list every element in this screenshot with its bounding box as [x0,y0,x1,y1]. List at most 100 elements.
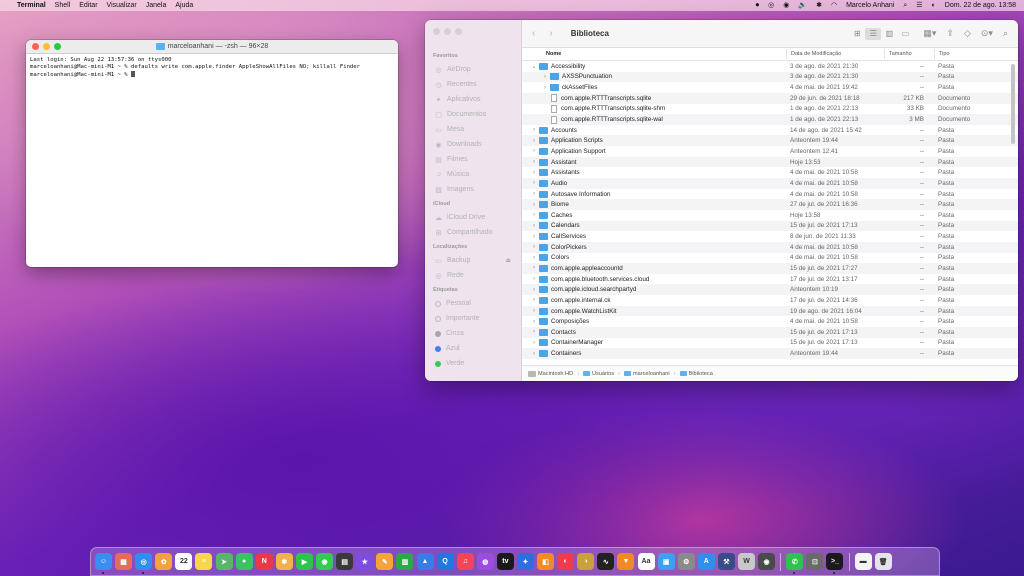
gallery-view-icon[interactable]: ▭ [897,28,913,40]
sidebar-item-recentes[interactable]: ◷ Recentes [425,77,521,92]
dock-system-preferences-icon[interactable]: ⚙ [677,553,695,570]
chevron-right-icon[interactable]: › [530,319,538,325]
chevron-right-icon[interactable]: › [530,148,538,154]
terminal-prompt-line[interactable]: marceloanhani@Mac-mini-M1 ~ % [30,71,394,79]
chevron-right-icon[interactable]: › [530,234,538,240]
table-row[interactable]: com.apple.RTTTranscripts.sqlite-shm 1 de … [522,104,1018,115]
list-view-icon[interactable]: ☰ [865,27,882,40]
dock-facetime-icon[interactable]: ▶ [295,553,313,570]
menu-visualizar[interactable]: Visualizar [107,2,137,9]
menu-app-name[interactable]: Terminal [17,2,46,9]
chevron-down-icon[interactable]: ⌄ [530,63,538,70]
dock-photo-booth-icon[interactable]: ◑ [577,553,595,570]
dock-calendar-icon[interactable]: 22 [175,553,193,570]
more-icon[interactable]: ⊙▾ [981,28,993,39]
menu-ajuda[interactable]: Ajuda [175,2,193,9]
sidebar-item-rede[interactable]: ◎ Rede [425,268,521,283]
dock-downloads-stack-icon[interactable]: ▬ [854,553,872,570]
table-row[interactable]: › Composições 4 de mai. de 2021 10:58 -- Pas… [522,316,1018,327]
column-view-icon[interactable]: ▥ [881,28,897,40]
table-row[interactable]: › com.apple.appleaccountd 15 de jul. de 20… [522,263,1018,274]
table-row[interactable]: › Assistant Hoje 13:53 -- Pasta [522,156,1018,168]
dock-quicktime-icon[interactable]: Q [436,553,454,570]
table-row[interactable]: com.apple.RTTTranscripts.sqlite-wal 1 de … [522,114,1018,125]
chevron-right-icon[interactable]: › [530,223,538,229]
sidebar-tag-importante[interactable]: Importante [425,311,521,326]
search-icon[interactable]: ⌕ [903,0,907,11]
zoom-button[interactable] [455,28,462,35]
column-date[interactable]: Data de Modificação [786,49,884,59]
wifi-icon[interactable]: ◠ [831,0,837,11]
table-row[interactable]: › com.apple.icloud.searchpartyd Anteontem … [522,284,1018,296]
siri-icon[interactable]: ◐ [932,0,936,11]
sidebar-item-airdrop[interactable]: ◎ AirDrop [425,62,521,77]
chevron-right-icon[interactable]: › [530,329,538,335]
sidebar-item-documentos[interactable]: ▢ Documentos [425,107,521,122]
record-icon[interactable]: ⏺ [756,0,760,11]
chevron-right-icon[interactable]: › [530,276,538,282]
terminal-output[interactable]: Last login: Sun Aug 22 13:57:36 on ttys0… [26,54,398,82]
table-row[interactable]: › Application Scripts Anteontem 19:44 -- Pas… [522,135,1018,147]
table-row[interactable]: ⌄ Accessibility 3 de ago. de 2021 21:30 -- P… [522,61,1018,72]
dock-messages-icon[interactable]: ◉ [316,553,334,570]
sidebar-item-backup[interactable]: ▭ Backup ⏏ [425,253,521,268]
bluetooth-icon[interactable]: ✱ [816,0,822,11]
sidebar-tag-pessoal[interactable]: Pessoal [425,296,521,311]
eject-icon[interactable]: ⏏ [505,257,511,264]
table-row[interactable]: › Assistants 4 de mai. de 2021 10:58 -- Past… [522,167,1018,178]
table-row[interactable]: com.apple.RTTTranscripts.sqlite 29 de jun… [522,92,1018,104]
path-item-macintosh-hd[interactable]: Macintosh HD [528,370,573,377]
chevron-right-icon[interactable]: › [530,244,538,250]
dock-messages-photos-icon[interactable]: ✿ [155,553,173,570]
dock-photos-icon[interactable]: ✾ [275,553,293,570]
table-row[interactable]: › com.apple.WatchListKit 19 de ago. de 202… [522,305,1018,317]
column-kind[interactable]: Tipo [934,49,1018,59]
sidebar-item-mesa[interactable]: ▭ Mesa [425,122,521,137]
chevron-right-icon[interactable]: › [530,180,538,186]
path-item-usuarios[interactable]: Usuários [583,371,614,377]
dock-tv-icon[interactable]: tv [496,553,514,570]
dock-font-book-icon[interactable]: Aa [637,553,655,570]
column-name[interactable]: Nome [522,49,786,59]
dock-vlc-icon[interactable]: ▼ [617,553,635,570]
chevron-right-icon[interactable]: › [541,74,549,80]
bell-icon[interactable]: ◉ [783,0,789,11]
chevron-right-icon[interactable]: › [530,212,538,218]
sidebar-item-musica[interactable]: ♫ Música [425,167,521,182]
table-row[interactable]: › Audio 4 de mai. de 2021 10:58 -- Pasta [522,178,1018,189]
path-item-marceloanhani[interactable]: marceloanhani [623,371,670,377]
sidebar-tag-cinza[interactable]: Cinza [425,326,521,341]
tag-icon[interactable]: ◇ [964,28,971,39]
dock-preview-icon[interactable]: ▣ [657,553,675,570]
dock-app-store-icon[interactable]: A [697,553,715,570]
icon-view-icon[interactable]: ⊞ [849,28,865,40]
table-row[interactable]: › com.apple.bluetooth.services.cloud 17 de… [522,274,1018,285]
share-icon[interactable]: ⇪ [946,28,954,39]
chevron-right-icon[interactable]: › [530,159,538,165]
user-name[interactable]: Marcelo Anhani [846,2,894,9]
group-icon[interactable]: ▦▾ [923,28,936,39]
dock-whatsapp-icon[interactable]: ✆ [786,553,804,574]
dock-trash-icon[interactable]: 🗑 [874,553,892,570]
table-row[interactable]: › Accounts 14 de ago. de 2021 15:42 -- Pasta [522,125,1018,136]
dock-disk-utility-icon[interactable]: ◉ [758,553,776,570]
table-row[interactable]: › Contacts 15 de jul. de 2021 17:13 -- Pasta [522,327,1018,338]
table-row[interactable]: › Colors 4 de mai. de 2021 10:58 -- Pasta [522,253,1018,264]
sidebar-item-compartilhado[interactable]: ⊞ Compartilhado [425,225,521,240]
minimize-button[interactable] [444,28,451,35]
back-icon[interactable]: ‹ [532,28,535,39]
dock-screenshot-icon[interactable]: ⊡ [806,553,824,570]
control-center-icon[interactable]: ☰ [916,0,922,11]
table-row[interactable]: › Autosave Information 4 de mai. de 2021 1… [522,189,1018,200]
sidebar-item-icloud-drive[interactable]: ☁ iCloud Drive [425,210,521,225]
chevron-right-icon[interactable]: › [530,265,538,271]
chevron-right-icon[interactable]: › [530,287,538,293]
sidebar-tag-verde[interactable]: Verde [425,356,521,371]
chevron-right-icon[interactable]: › [530,255,538,261]
table-row[interactable]: › ContainerManager 15 de jul. de 2021 17:1… [522,338,1018,349]
table-row[interactable]: › Containers Anteontem 19:44 -- Pasta [522,348,1018,359]
dock-word-icon[interactable]: W [738,553,755,570]
dock-books-icon[interactable]: ◧ [537,553,555,570]
chevron-right-icon[interactable]: › [530,351,538,357]
table-row[interactable]: › Calendars 15 de jul. de 2021 17:13 -- Past… [522,220,1018,232]
